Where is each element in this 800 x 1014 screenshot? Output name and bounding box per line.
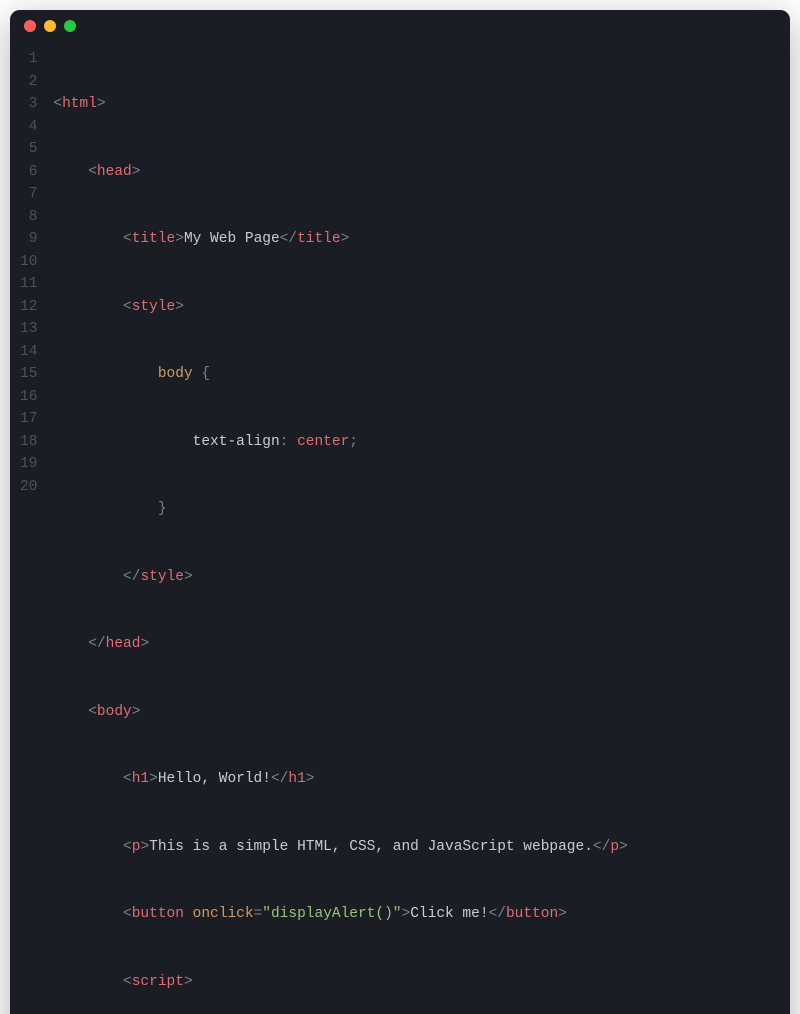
line-number: 7: [20, 183, 37, 206]
line-number: 6: [20, 161, 37, 184]
line-number: 1: [20, 48, 37, 71]
code-line: <p>This is a simple HTML, CSS, and JavaS…: [53, 836, 770, 859]
line-number: 16: [20, 386, 37, 409]
code-line: <style>: [53, 296, 770, 319]
line-number: 17: [20, 408, 37, 431]
line-number: 19: [20, 453, 37, 476]
editor-window: 1234567891011121314151617181920 <html> <…: [10, 10, 790, 1014]
code-line: body {: [53, 363, 770, 386]
code-line: <head>: [53, 161, 770, 184]
line-number: 3: [20, 93, 37, 116]
code-line: <button onclick="displayAlert()">Click m…: [53, 903, 770, 926]
line-number: 20: [20, 476, 37, 499]
line-gutter: 1234567891011121314151617181920: [10, 48, 53, 1014]
zoom-icon[interactable]: [64, 20, 76, 32]
code-line: </head>: [53, 633, 770, 656]
code-line: <h1>Hello, World!</h1>: [53, 768, 770, 791]
line-number: 18: [20, 431, 37, 454]
code-line: <title>My Web Page</title>: [53, 228, 770, 251]
close-icon[interactable]: [24, 20, 36, 32]
titlebar: [10, 10, 790, 42]
code-line: </style>: [53, 566, 770, 589]
line-number: 13: [20, 318, 37, 341]
line-number: 5: [20, 138, 37, 161]
line-number: 15: [20, 363, 37, 386]
code-line: <html>: [53, 93, 770, 116]
line-number: 11: [20, 273, 37, 296]
code-line: <script>: [53, 971, 770, 994]
line-number: 8: [20, 206, 37, 229]
line-number: 14: [20, 341, 37, 364]
line-number: 9: [20, 228, 37, 251]
line-number: 12: [20, 296, 37, 319]
line-number: 2: [20, 71, 37, 94]
line-number: 10: [20, 251, 37, 274]
minimize-icon[interactable]: [44, 20, 56, 32]
line-number: 4: [20, 116, 37, 139]
code-editor[interactable]: 1234567891011121314151617181920 <html> <…: [10, 42, 790, 1014]
code-area[interactable]: <html> <head> <title>My Web Page</title>…: [53, 48, 790, 1014]
code-line: <body>: [53, 701, 770, 724]
code-line: }: [53, 498, 770, 521]
code-line: text-align: center;: [53, 431, 770, 454]
